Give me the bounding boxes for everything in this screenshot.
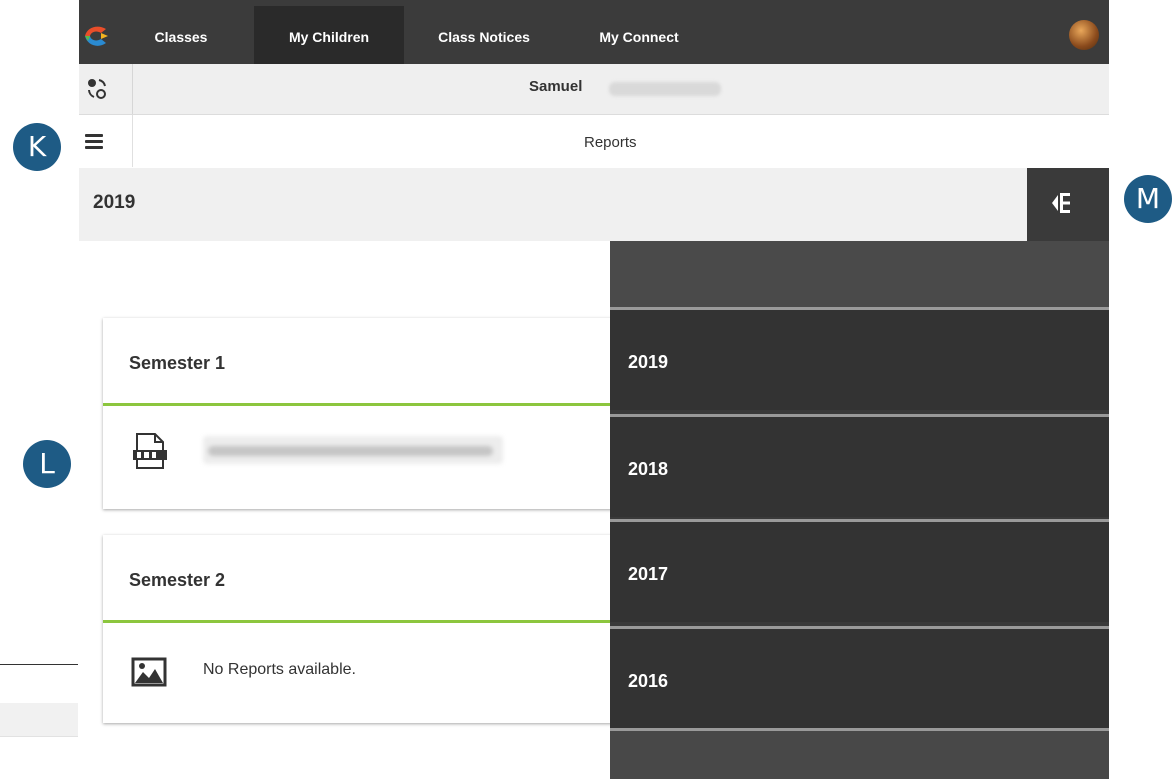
child-bar: Samuel <box>79 64 1109 115</box>
semester-card-body: No Reports available. <box>103 623 663 723</box>
child-name: Samuel <box>529 78 583 95</box>
callout-l: L <box>23 440 71 488</box>
callout-k: K <box>13 123 61 171</box>
semester-card-header: Semester 2 <box>103 535 663 623</box>
semester-title: Semester 2 <box>129 570 226 590</box>
year-list-item[interactable]: 2018 <box>610 414 1109 517</box>
user-avatar[interactable] <box>1069 20 1099 50</box>
year-panel-header <box>610 241 1109 307</box>
page-title: Reports <box>584 134 637 151</box>
year-list-item[interactable]: 2017 <box>610 519 1109 622</box>
callout-m: M <box>1124 175 1172 223</box>
year-panel-toggle-button[interactable] <box>1027 168 1109 241</box>
top-nav: Classes My Children Class Notices My Con… <box>79 0 1109 64</box>
app: Classes My Children Class Notices My Con… <box>79 0 1109 779</box>
year-list-item[interactable]: 2016 <box>610 626 1109 729</box>
year-panel-footer <box>610 728 1109 779</box>
year-header: 2019 <box>79 168 1109 241</box>
selected-year-title: 2019 <box>93 192 136 213</box>
switch-child-icon <box>88 79 106 99</box>
switch-child-button[interactable] <box>79 64 133 114</box>
page-title-bar: Reports <box>79 115 1109 167</box>
tab-classes[interactable]: Classes <box>141 18 221 62</box>
year-label: 2016 <box>628 671 669 691</box>
divider-fragment <box>0 664 78 665</box>
tab-class-notices[interactable]: Class Notices <box>419 18 549 62</box>
year-label: 2019 <box>628 352 669 372</box>
year-label: 2017 <box>628 564 669 584</box>
semester-card-header: Semester 1 <box>103 318 663 406</box>
no-reports-message: No Reports available. <box>203 661 356 678</box>
year-list-item[interactable]: 2019 <box>610 307 1109 410</box>
image-placeholder-icon <box>131 657 167 687</box>
semester-card-body <box>103 406 663 509</box>
background-fragment <box>0 703 78 737</box>
report-file-name-redacted <box>208 446 493 456</box>
semester-card: Semester 2 No Reports available. <box>103 535 663 723</box>
semester-title: Semester 1 <box>129 353 226 373</box>
app-logo[interactable] <box>82 24 112 48</box>
year-list-toggle-icon <box>1052 193 1070 213</box>
child-surname-redacted <box>609 82 721 96</box>
semester-card: Semester 1 <box>103 318 663 509</box>
menu-button[interactable] <box>79 115 133 167</box>
year-label: 2018 <box>628 459 669 479</box>
pdf-file-icon[interactable] <box>131 432 169 470</box>
year-selection-panel: 2019 2018 2017 2016 <box>610 241 1109 779</box>
tab-my-children[interactable]: My Children <box>254 6 404 64</box>
tab-my-connect[interactable]: My Connect <box>584 18 694 62</box>
